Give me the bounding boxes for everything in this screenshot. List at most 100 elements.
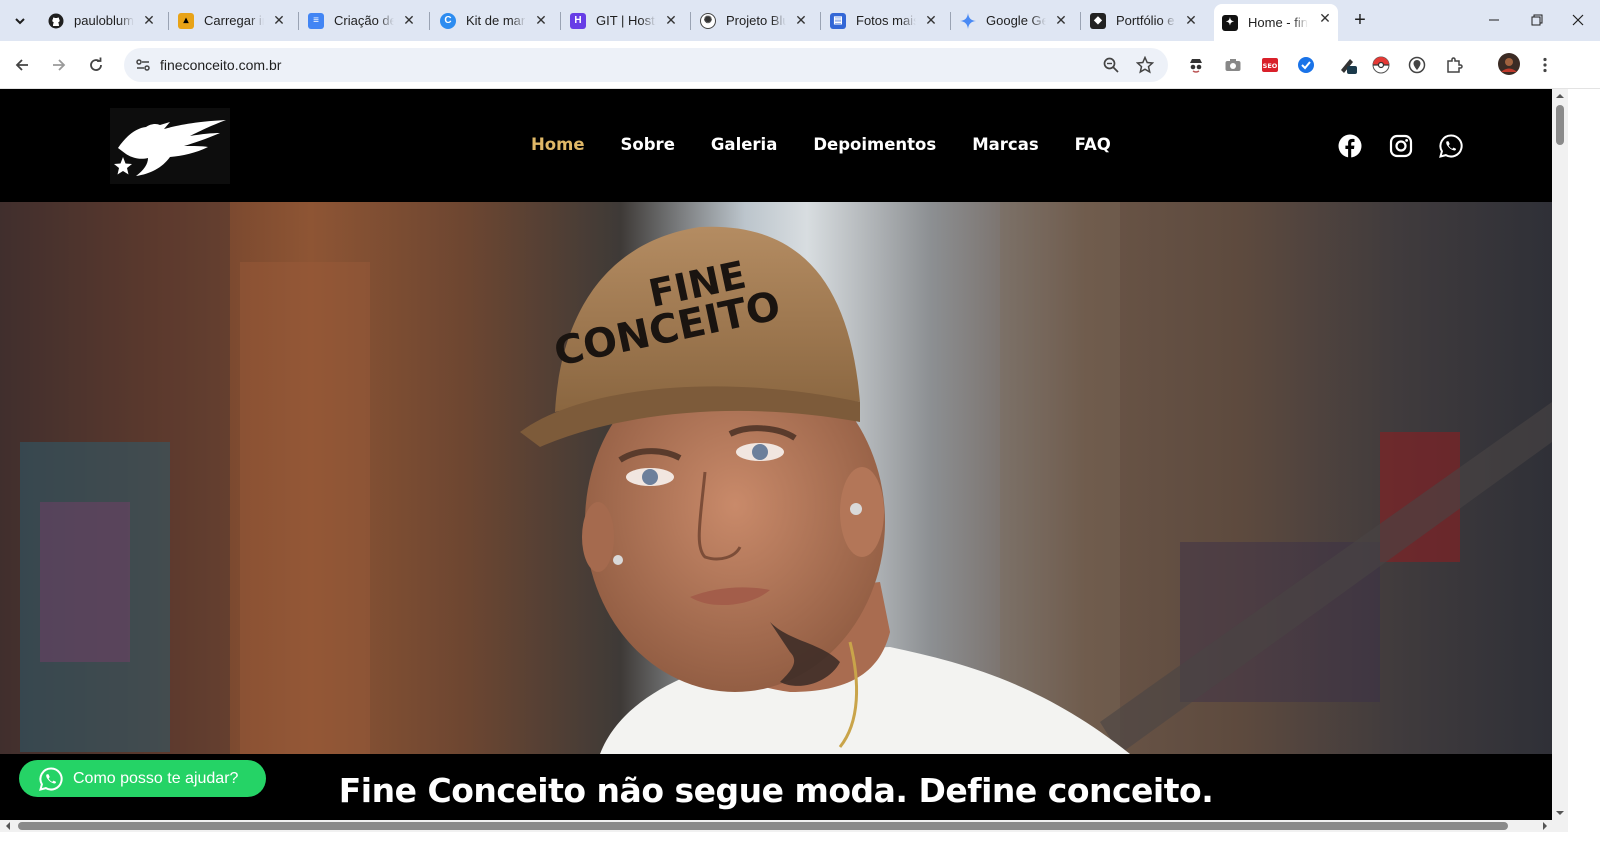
- google-forms-icon: ▤: [830, 12, 846, 29]
- close-icon[interactable]: ✕: [532, 11, 550, 29]
- minimize-button[interactable]: [1474, 6, 1514, 34]
- back-button[interactable]: [8, 51, 36, 79]
- chrome-menu-icon[interactable]: [1535, 55, 1555, 75]
- plus-icon: +: [1354, 8, 1366, 31]
- nav-home[interactable]: Home: [531, 135, 585, 154]
- window-bottom-edge: [0, 832, 1600, 850]
- close-icon[interactable]: ✕: [1316, 9, 1334, 27]
- main-nav: Home Sobre Galeria Depoimentos Marcas FA…: [531, 135, 1111, 154]
- tab-fotos[interactable]: ▤ Fotos mais ✕: [822, 6, 944, 35]
- close-icon[interactable]: ✕: [1182, 11, 1200, 29]
- portfolio-icon: ◆: [1090, 12, 1106, 29]
- tab-kit[interactable]: C Kit de mar ✕: [432, 6, 554, 35]
- whatsapp-icon: [39, 766, 63, 791]
- close-icon[interactable]: ✕: [662, 11, 680, 29]
- tab-title: Kit de mar: [466, 13, 526, 28]
- arrow-left-icon: [15, 59, 28, 71]
- site-logo[interactable]: [110, 108, 230, 184]
- nav-sobre[interactable]: Sobre: [621, 135, 675, 154]
- camera-extension-icon[interactable]: [1223, 55, 1243, 75]
- browser-toolbar: fineconceito.com.br SEO: [0, 41, 1600, 89]
- tab-git-hostinger[interactable]: H GIT | Hostin ✕: [562, 6, 684, 35]
- zoom-icon[interactable]: [1102, 56, 1120, 74]
- tab-title: Projeto Blu: [726, 13, 786, 28]
- restore-button[interactable]: [1517, 6, 1557, 34]
- hostinger-icon: H: [570, 12, 586, 29]
- tab-strip: pauloblum ✕ ▴ Carregar in ✕ ≡ Criação de…: [0, 0, 1600, 41]
- spy-extension-icon[interactable]: [1186, 55, 1206, 75]
- tab-home-fineconceito[interactable]: ✦ Home - fin ✕: [1214, 4, 1338, 41]
- vertical-scroll-thumb[interactable]: [1556, 105, 1564, 145]
- close-icon[interactable]: ✕: [922, 11, 940, 29]
- arrow-right-icon: [53, 59, 66, 71]
- address-bar[interactable]: fineconceito.com.br: [124, 48, 1168, 82]
- location-extension-icon[interactable]: [1407, 55, 1427, 75]
- nav-marcas[interactable]: Marcas: [972, 135, 1038, 154]
- tab-separator: [1080, 12, 1081, 30]
- scroll-right-arrow-icon[interactable]: [1540, 821, 1550, 831]
- close-icon[interactable]: ✕: [1052, 11, 1070, 29]
- close-icon[interactable]: ✕: [400, 11, 418, 29]
- tab-separator: [429, 12, 430, 30]
- instagram-icon[interactable]: [1389, 134, 1413, 158]
- chevron-down-icon: [15, 18, 25, 25]
- tab-projeto[interactable]: ✺ Projeto Blu ✕: [692, 6, 814, 35]
- tab-separator: [298, 12, 299, 30]
- scroll-left-arrow-icon[interactable]: [3, 821, 13, 831]
- vertical-scrollbar[interactable]: [1552, 89, 1568, 820]
- extensions-puzzle-icon[interactable]: [1444, 55, 1464, 75]
- close-icon: [1572, 14, 1584, 26]
- hero-image: FINE CONCEITO: [0, 202, 1552, 754]
- minimize-icon: [1489, 19, 1499, 21]
- forward-button[interactable]: [45, 51, 73, 79]
- scroll-up-arrow-icon[interactable]: [1555, 91, 1565, 101]
- tab-title: Carregar in: [204, 13, 264, 28]
- whatsapp-chat-button[interactable]: Como posso te ajudar?: [19, 760, 266, 797]
- scroll-down-arrow-icon[interactable]: [1555, 808, 1565, 818]
- tab-github[interactable]: pauloblum ✕: [40, 6, 162, 35]
- tab-title: pauloblum: [74, 13, 134, 28]
- new-tab-button[interactable]: +: [1348, 8, 1372, 32]
- tab-search-button[interactable]: [6, 8, 34, 34]
- whatsapp-icon[interactable]: [1439, 134, 1463, 158]
- tab-criacao[interactable]: ≡ Criação de ✕: [300, 6, 422, 35]
- horizontal-scroll-thumb[interactable]: [18, 822, 1508, 830]
- window-edge: [1568, 89, 1600, 832]
- tab-separator: [560, 12, 561, 30]
- chatgpt-icon: ✺: [700, 12, 716, 29]
- horizontal-scrollbar[interactable]: [0, 820, 1568, 832]
- nav-galeria[interactable]: Galeria: [711, 135, 777, 154]
- bookmark-star-icon[interactable]: [1136, 56, 1154, 74]
- github-icon: [48, 13, 64, 28]
- tab-portfolio[interactable]: ◆ Portfólio e ✕: [1082, 6, 1204, 35]
- tab-title: Fotos mais: [856, 13, 916, 28]
- nav-depoimentos[interactable]: Depoimentos: [813, 135, 936, 154]
- tab-separator: [690, 12, 691, 30]
- reload-icon: [90, 57, 102, 71]
- tab-google-gemini[interactable]: Google Ge ✕: [952, 6, 1074, 35]
- close-icon[interactable]: ✕: [270, 11, 288, 29]
- web-page: Home Sobre Galeria Depoimentos Marcas FA…: [0, 89, 1552, 820]
- profile-avatar[interactable]: [1498, 53, 1520, 75]
- site-settings-icon: [136, 59, 150, 71]
- google-docs-icon: ≡: [308, 12, 324, 29]
- close-window-button[interactable]: [1558, 6, 1598, 34]
- tab-separator: [950, 12, 951, 30]
- whatsapp-chat-label: Como posso te ajudar?: [73, 769, 239, 787]
- pokeball-extension-icon[interactable]: [1371, 55, 1391, 75]
- upload-icon: ▴: [178, 12, 194, 29]
- tab-title: Home - fin: [1248, 15, 1308, 30]
- nav-faq[interactable]: FAQ: [1075, 135, 1111, 154]
- check-extension-icon[interactable]: [1296, 55, 1316, 75]
- close-icon[interactable]: ✕: [792, 11, 810, 29]
- tab-title: Criação de: [334, 13, 394, 28]
- close-icon[interactable]: ✕: [140, 11, 158, 29]
- tab-carregar[interactable]: ▴ Carregar in ✕: [170, 6, 292, 35]
- restore-icon: [1531, 14, 1543, 26]
- reload-button[interactable]: [82, 51, 110, 79]
- seo-extension-icon[interactable]: SEO: [1260, 55, 1280, 75]
- pen-extension-icon[interactable]: [1338, 55, 1358, 75]
- gemini-icon: [960, 12, 976, 29]
- facebook-icon[interactable]: [1338, 134, 1362, 158]
- hero-illustration: FINE CONCEITO: [0, 202, 1552, 754]
